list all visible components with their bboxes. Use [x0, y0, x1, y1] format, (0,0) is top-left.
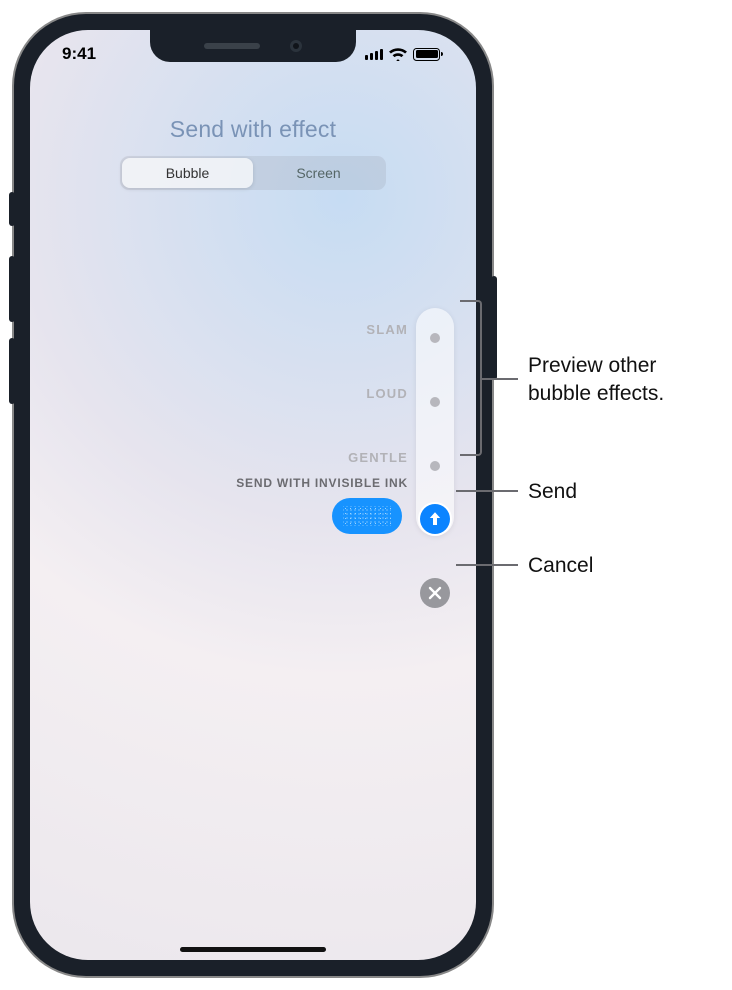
mute-switch — [9, 192, 15, 226]
cancel-button[interactable] — [420, 578, 450, 608]
callouts: Preview other bubble effects. Send Cance… — [492, 0, 724, 990]
volume-down-button — [9, 338, 15, 404]
effect-dot-loud[interactable] — [430, 397, 440, 407]
screen: 9:41 Send with effect Bubble Screen SLAM… — [30, 30, 476, 960]
invisible-ink-effect — [343, 506, 391, 526]
volume-up-button — [9, 256, 15, 322]
effect-label-slam: SLAM — [366, 322, 408, 337]
notch — [150, 30, 356, 62]
close-icon — [428, 586, 442, 600]
front-camera — [290, 40, 302, 52]
callout-send: Send — [528, 478, 577, 506]
effect-label-selected: SEND WITH INVISIBLE INK — [236, 476, 408, 490]
callout-cancel: Cancel — [528, 552, 593, 580]
arrow-up-icon — [426, 510, 444, 528]
cellular-signal-icon — [365, 49, 383, 60]
effect-label-loud: LOUD — [366, 386, 408, 401]
wifi-icon — [389, 48, 407, 61]
status-time: 9:41 — [62, 44, 96, 64]
message-preview-bubble — [332, 498, 402, 534]
leader-send — [456, 490, 518, 492]
bracket-preview — [460, 300, 482, 456]
effect-label-gentle: GENTLE — [348, 450, 408, 465]
segmented-control: Bubble Screen — [120, 156, 386, 190]
effect-dot-gentle[interactable] — [430, 461, 440, 471]
page-title: Send with effect — [30, 116, 476, 143]
effect-dot-slam[interactable] — [430, 333, 440, 343]
iphone-device-frame: 9:41 Send with effect Bubble Screen SLAM… — [14, 14, 492, 976]
effects-track — [416, 308, 454, 536]
callout-preview: Preview other bubble effects. — [528, 352, 718, 408]
home-indicator[interactable] — [180, 947, 326, 952]
leader-preview — [482, 378, 518, 380]
tab-screen[interactable]: Screen — [253, 158, 384, 188]
leader-cancel — [456, 564, 518, 566]
speaker-grille — [204, 43, 260, 49]
header: Send with effect — [30, 116, 476, 143]
send-button[interactable] — [420, 504, 450, 534]
tab-bubble[interactable]: Bubble — [122, 158, 253, 188]
battery-icon — [413, 48, 440, 61]
